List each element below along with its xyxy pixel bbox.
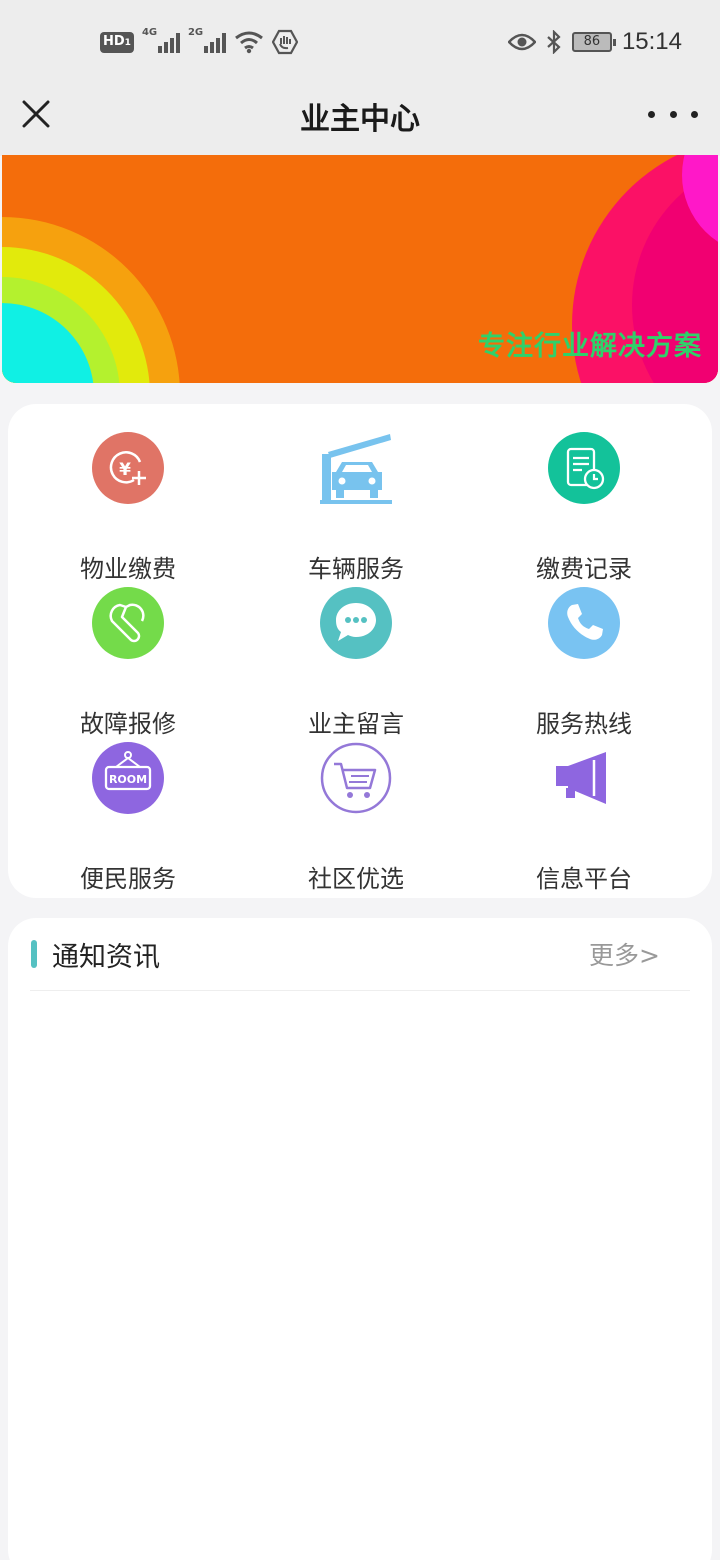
service-repair[interactable]: 故障报修 [28,587,228,738]
eye-icon [507,33,536,51]
battery-icon: 86 [571,32,616,52]
more-dot [691,110,698,118]
shopping-cart-icon [320,742,392,814]
service-label: 便民服务 [80,865,176,893]
service-info-platform[interactable]: 信息平台 [484,742,684,893]
hd-badge: HD1 [100,31,134,53]
megaphone-icon [556,752,606,804]
service-label: 业主留言 [308,710,404,738]
svg-text:ROOM: ROOM [109,773,147,786]
service-vehicle[interactable]: 车辆服务 [256,432,456,583]
phone-icon [548,587,620,659]
service-hotline[interactable]: 服务热线 [484,587,684,738]
service-label: 故障报修 [80,710,176,738]
title-bar: 业主中心 [0,84,720,156]
divider [30,990,690,991]
status-time: 15:14 [621,28,682,55]
promo-banner[interactable]: 专注行业解决方案 [2,155,718,383]
service-payment-record[interactable]: 缴费记录 [484,432,684,583]
news-title: 通知资讯 [52,942,160,973]
service-label: 社区优选 [308,865,404,893]
page-title: 业主中心 [300,102,420,137]
banner-slogan: 专注行业解决方案 [478,331,702,362]
chat-bubble-icon [320,587,392,659]
service-label: 信息平台 [536,865,632,893]
service-property-fee[interactable]: ¥ 物业缴费 [28,432,228,583]
document-clock-icon [548,432,620,504]
status-bar: HD1 4G 2G 86 15:14 [0,0,720,84]
hand-shield-icon [271,29,298,55]
room-sign-icon: ROOM [92,742,164,814]
more-dot [669,110,677,118]
more-dot [648,110,655,118]
news-more-link[interactable]: 更多> [589,936,660,972]
service-label: 车辆服务 [308,555,404,583]
service-label: 服务热线 [536,710,632,738]
service-convenience[interactable]: ROOM 便民服务 [28,742,228,893]
more-button[interactable] [648,96,698,132]
service-community-select[interactable]: 社区优选 [256,742,456,893]
car-barrier-icon [320,434,392,504]
yuan-payment-icon: ¥ [92,432,164,504]
news-accent-bar [31,940,37,968]
service-owner-message[interactable]: 业主留言 [256,587,456,738]
service-label: 缴费记录 [536,555,632,583]
news-section: 通知资讯 更多> [8,918,712,1560]
svg-text:¥: ¥ [119,460,131,480]
wifi-icon [235,31,263,54]
services-grid: ¥ 物业缴费 车辆服务 缴费记录 故障报修 业主留言 服务热线 ROOM 便民服… [8,404,712,898]
status-right-indicators: 86 15:14 [507,24,682,60]
status-left-indicators: HD1 4G 2G [100,24,298,60]
signal-2g-icon: 2G [188,27,226,53]
bluetooth-icon [547,30,561,54]
service-label: 物业缴费 [80,555,176,583]
wrench-icon [92,587,164,659]
signal-4g-icon: 4G [142,27,180,53]
